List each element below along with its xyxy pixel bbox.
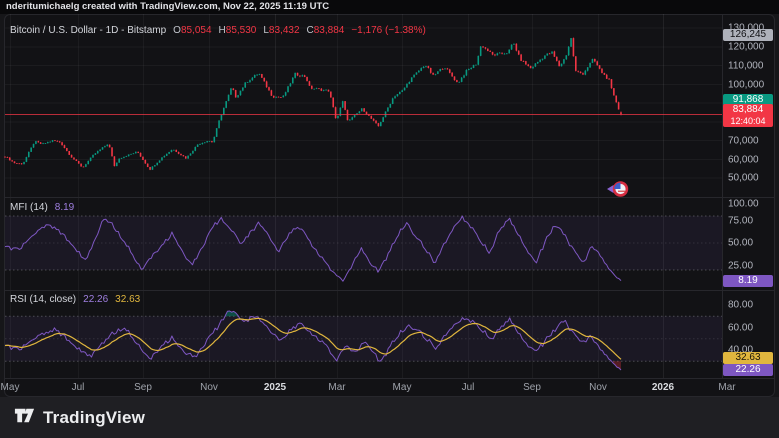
ohlc-high: H85,530 <box>219 25 257 37</box>
flag-sticker-icon[interactable] <box>604 179 630 199</box>
axis-tick-label: 25.00 <box>728 260 753 271</box>
time-tick-label: May <box>0 382 32 393</box>
rsi-title: RSI (14, close) <box>10 294 76 306</box>
footer-bar: TradingView <box>0 397 779 438</box>
time-tick-label: Nov <box>576 382 620 393</box>
attribution-text: nderitumichaelg created with TradingView… <box>6 1 329 12</box>
axis-tick-label: 100,000 <box>728 80 764 91</box>
axis-tick-label: 75.00 <box>728 215 753 226</box>
mfi-title: MFI (14) <box>10 202 48 214</box>
rsi-ma-value-badge: 32.63 <box>723 352 773 364</box>
time-tick-label: Sep <box>510 382 554 393</box>
high-price-badge: 126,245 <box>723 29 773 41</box>
rsi-value-badge: 22.26 <box>723 364 773 376</box>
axis-tick-label: 80.00 <box>728 300 753 311</box>
time-tick-label: Jul <box>56 382 100 393</box>
axis-tick-label: 100.00 <box>728 199 759 210</box>
change-value: −1,176 (−1.38%) <box>351 25 426 37</box>
axis-tick-label: 70,000 <box>728 136 759 147</box>
tradingview-logo-icon[interactable] <box>13 404 36 432</box>
time-tick-label: May <box>380 382 424 393</box>
last-price-badge: 83,88412:40:04 <box>723 104 773 127</box>
tradingview-screenshot: nderitumichaelg created with TradingView… <box>0 0 779 438</box>
time-tick-label: 2025 <box>253 382 297 393</box>
time-tick-label: Nov <box>187 382 231 393</box>
chart-svg[interactable] <box>4 14 775 397</box>
tradingview-wordmark[interactable]: TradingView <box>43 408 145 428</box>
rsi-legend[interactable]: RSI (14, close) 22.26 32.63 <box>10 294 140 306</box>
chart-card <box>4 14 775 397</box>
ohlc-close: C83,884 <box>307 25 345 37</box>
rsi-ma-value: 32.63 <box>115 294 140 306</box>
attribution-bar: nderitumichaelg created with TradingView… <box>0 0 779 14</box>
bar-close-countdown: 12:40:04 <box>726 116 770 127</box>
axis-tick-label: 50,000 <box>728 173 759 184</box>
symbol-title: Bitcoin / U.S. Dollar - 1D - Bitstamp <box>10 25 166 37</box>
mfi-value-badge: 8.19 <box>723 275 773 287</box>
time-tick-label: Sep <box>121 382 165 393</box>
ohlc-low: L83,432 <box>263 25 299 37</box>
time-tick-label: Mar <box>315 382 359 393</box>
chart-canvas[interactable] <box>4 14 775 397</box>
axis-tick-label: 60.00 <box>728 322 753 333</box>
axis-tick-label: 120,000 <box>728 42 764 53</box>
rsi-value: 22.26 <box>83 294 108 306</box>
mfi-legend[interactable]: MFI (14) 8.19 <box>10 202 74 214</box>
axis-tick-label: 60,000 <box>728 155 759 166</box>
symbol-legend[interactable]: Bitcoin / U.S. Dollar - 1D - Bitstamp O8… <box>10 25 426 37</box>
axis-tick-label: 50.00 <box>728 238 753 249</box>
time-tick-label: Jul <box>446 382 490 393</box>
time-tick-label: 2026 <box>641 382 685 393</box>
axis-tick-label: 110,000 <box>728 61 763 72</box>
ohlc-open: O85,054 <box>173 25 211 37</box>
time-tick-label: Mar <box>705 382 749 393</box>
mfi-value: 8.19 <box>55 202 74 214</box>
